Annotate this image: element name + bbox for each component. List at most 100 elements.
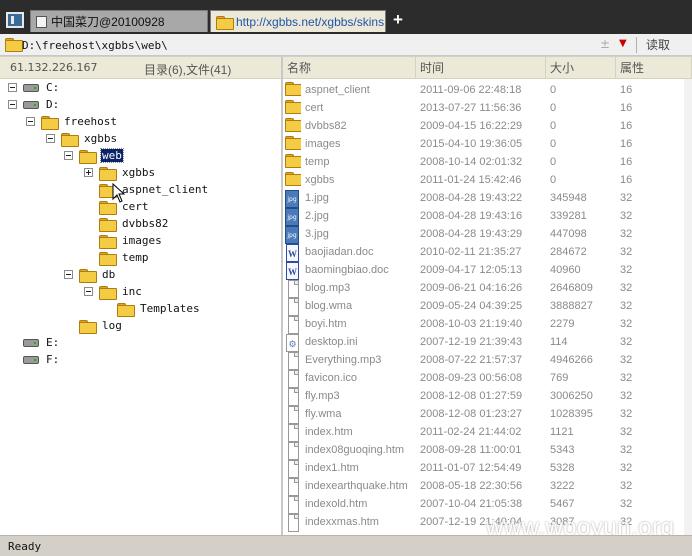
file-row[interactable]: jpg 3.jpg 2008-04-28 19:43:29 447098 32 [283, 225, 692, 244]
tree-node-label: F: [46, 353, 60, 366]
folder-icon [99, 217, 117, 232]
folder-icon [283, 118, 301, 136]
tree-node[interactable]: images [84, 232, 163, 249]
collapse-icon[interactable] [84, 287, 93, 296]
file-row[interactable]: xgbbs 2011-01-24 15:42:46 0 16 [283, 171, 692, 189]
file-row[interactable]: images 2015-04-10 19:36:05 0 16 [283, 135, 692, 153]
file-time: 2008-12-08 01:23:27 [420, 408, 523, 420]
file-size: 0 [550, 174, 557, 186]
file-name: index08guoqing.htm [305, 444, 405, 456]
chevron-down-icon[interactable]: ▼ [619, 38, 627, 49]
file-row[interactable]: Everything.mp3 2008-07-22 21:57:37 4946266… [283, 351, 692, 370]
expand-icon[interactable] [84, 168, 93, 177]
drive-icon [23, 338, 39, 347]
file-time: 2015-04-10 19:36:05 [420, 138, 523, 150]
tree-node-label: images [122, 234, 162, 247]
file-time: 2011-01-07 12:54:49 [420, 462, 522, 474]
file-row[interactable]: Wbaomingbiao.doc 2009-04-17 12:05:13 40960… [283, 261, 692, 280]
file-size: 447098 [550, 228, 587, 240]
file-row[interactable]: cert 2013-07-27 11:56:36 0 16 [283, 99, 692, 117]
collapse-icon[interactable] [26, 117, 35, 126]
collapse-icon[interactable] [8, 100, 17, 109]
file-row[interactable]: Wbaojiadan.doc 2010-02-11 21:35:27 284672 3… [283, 243, 692, 262]
file-row[interactable]: index08guoqing.htm 2008-09-28 11:00:01 534… [283, 441, 692, 460]
file-icon [283, 298, 301, 316]
file-size: 284672 [550, 246, 587, 258]
tab-label: 中国菜刀@20100928 [51, 15, 165, 29]
column-header-size[interactable]: 大小 [546, 57, 616, 79]
file-row[interactable]: indexearthquake.htm 2008-05-18 22:30:56 32… [283, 477, 692, 496]
vertical-scrollbar[interactable] [684, 79, 692, 535]
collapse-icon[interactable] [64, 270, 73, 279]
tree-node[interactable]: C: [8, 79, 60, 96]
plus-minus-icon[interactable]: ± [600, 37, 610, 51]
tree-node[interactable]: db [64, 266, 116, 283]
folder-icon [5, 38, 23, 52]
file-attr: 16 [620, 156, 633, 168]
tree-node-label: Templates [140, 302, 200, 315]
tree-header: 61.132.226.167 目录(6),文件(41) [0, 57, 281, 79]
tree-node[interactable]: xgbbs [46, 130, 118, 147]
column-header-attr[interactable]: 属性 [616, 57, 692, 79]
column-header-name[interactable]: 名称 [283, 57, 416, 79]
tab-xgbbs[interactable]: http://xgbbs.net/xgbbs/skins... [210, 10, 386, 32]
file-row[interactable]: dvbbs82 2009-04-15 16:22:29 0 16 [283, 117, 692, 135]
tree-node[interactable]: temp [84, 249, 150, 266]
tree-node[interactable]: web [64, 147, 124, 164]
status-bar: Ready [0, 535, 692, 556]
folder-icon [99, 166, 117, 181]
file-row[interactable]: blog.mp3 2009-06-21 04:16:26 2646809 32 [283, 279, 692, 298]
tree-node[interactable]: aspnet_client [84, 181, 209, 198]
folder-icon [99, 251, 117, 266]
tree-node[interactable]: inc [84, 283, 143, 300]
file-row[interactable]: fly.wma 2008-12-08 01:23:27 1028395 32 [283, 405, 692, 424]
file-row[interactable]: blog.wma 2009-05-24 04:39:25 3888827 32 [283, 297, 692, 316]
file-time: 2008-12-08 01:27:59 [420, 390, 523, 402]
tab-caidao[interactable]: 中国菜刀@20100928 [30, 10, 208, 32]
folder-open-icon [79, 149, 97, 164]
file-time: 2009-04-15 16:22:29 [420, 120, 523, 132]
file-row[interactable]: index.htm 2011-02-24 21:44:02 1121 32 [283, 423, 692, 442]
read-button[interactable]: 读取 [646, 36, 688, 54]
file-attr: 32 [620, 210, 633, 222]
file-row[interactable]: index1.htm 2011-01-07 12:54:49 5328 32 [283, 459, 692, 478]
folder-icon [283, 154, 301, 172]
folder-icon [283, 82, 301, 100]
tree-node[interactable]: D: [8, 96, 60, 113]
file-row[interactable]: temp 2008-10-14 02:01:32 0 16 [283, 153, 692, 171]
folder-icon [283, 172, 301, 190]
file-name: blog.wma [305, 300, 353, 312]
path-input[interactable] [22, 36, 582, 54]
file-row[interactable]: aspnet_client 2011-09-06 22:48:18 0 16 [283, 81, 692, 99]
file-attr: 32 [620, 192, 633, 204]
folder-icon [216, 15, 234, 30]
new-tab-button[interactable]: + [390, 10, 406, 30]
file-row[interactable]: jpg 1.jpg 2008-04-28 19:43:22 345948 32 [283, 189, 692, 208]
file-size: 0 [550, 102, 557, 114]
tree-node[interactable]: Templates [102, 300, 201, 317]
file-size: 1121 [550, 426, 574, 438]
file-row[interactable]: favicon.ico 2008-09-23 00:56:08 769 32 [283, 369, 692, 388]
tree-node[interactable]: dvbbs82 [84, 215, 169, 232]
tree-node[interactable]: log [64, 317, 123, 334]
file-row[interactable]: fly.mp3 2008-12-08 01:27:59 3006250 32 [283, 387, 692, 406]
collapse-icon[interactable] [46, 134, 55, 143]
file-row[interactable]: jpg 2.jpg 2008-04-28 19:43:16 339281 32 [283, 207, 692, 226]
tree-node-label: log [102, 319, 122, 332]
tree-node[interactable]: F: [8, 351, 60, 368]
tree-node-label: E: [46, 336, 60, 349]
column-header-time[interactable]: 时间 [416, 57, 546, 79]
file-row[interactable]: indexold.htm 2007-10-04 21:05:38 5467 32 [283, 495, 692, 514]
file-size: 40960 [550, 264, 581, 276]
tree-node-label: temp [122, 251, 149, 264]
file-icon [283, 496, 301, 514]
file-row[interactable]: ⚙ desktop.ini 2007-12-19 21:39:43 114 32 [283, 333, 692, 352]
collapse-icon[interactable] [8, 83, 17, 92]
sidebar-toggle-icon[interactable] [6, 12, 24, 28]
tree-node-label: xgbbs [122, 166, 156, 179]
collapse-icon[interactable] [64, 151, 73, 160]
file-row[interactable]: boyi.htm 2008-10-03 21:19:40 2279 32 [283, 315, 692, 334]
tree-node[interactable]: E: [8, 334, 60, 351]
tree-node[interactable]: xgbbs [84, 164, 156, 181]
tree-node[interactable]: freehost [26, 113, 118, 130]
